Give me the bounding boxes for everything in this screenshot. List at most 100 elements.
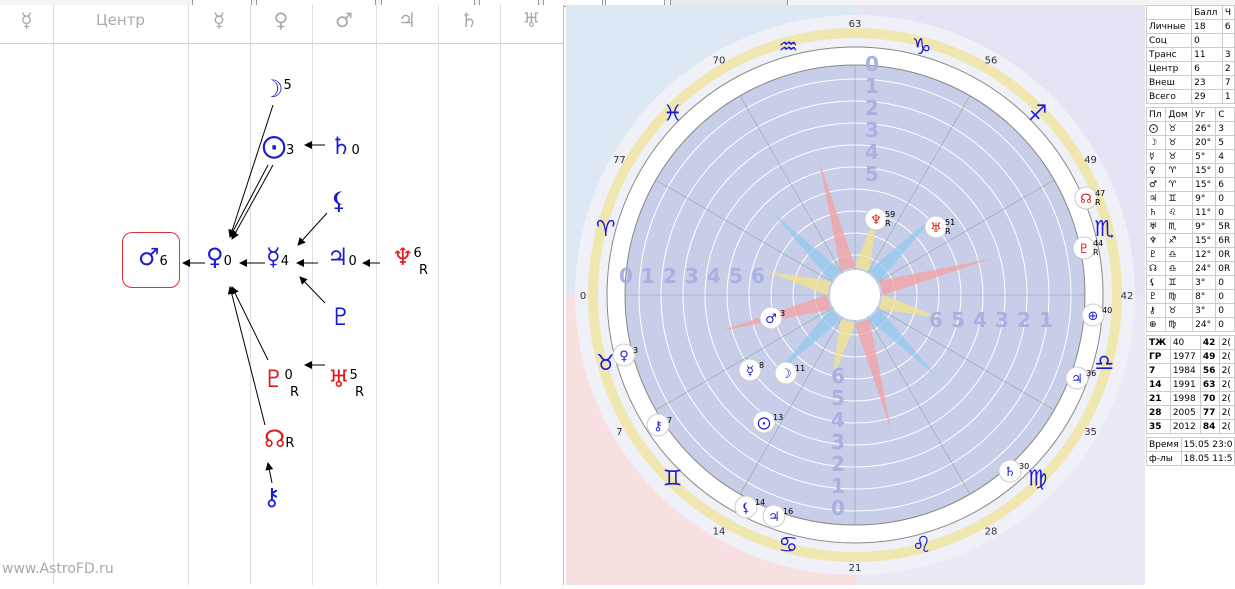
node-pluto[interactable]: ♇0 R xyxy=(263,365,299,400)
planets-table: Пл Дом Уг С ⨀ ♉ 26° 3 ☽ ♉ 20° 5 ☿ ♉ 5° 4 ♀ ♈ 15° 0 ♂ ♈ 15°… xyxy=(1145,107,1235,332)
chiron-icon: ⚷ xyxy=(263,483,281,511)
zodiac-sign-icon: ♋ xyxy=(778,533,798,558)
ring-number: 4 xyxy=(831,408,845,432)
ring-number: 3 xyxy=(831,430,845,454)
planet-degree: 16 xyxy=(783,507,793,516)
node-jupiter[interactable]: ♃0 xyxy=(327,243,357,271)
planet-cell: ⚸ xyxy=(1145,275,1167,290)
planets-header: Пл Дом Уг С xyxy=(1145,107,1235,122)
age-cell: 2( xyxy=(1218,335,1235,350)
planet-icon: ☽ xyxy=(780,367,792,382)
node-saturn[interactable]: ♄0 xyxy=(330,132,360,160)
node-chiron[interactable]: ⚷ xyxy=(263,483,281,511)
retro-mark: R xyxy=(885,219,891,228)
planet-icon: ♂ xyxy=(765,312,777,327)
planet-row: ♇ ♎ 12° 0R xyxy=(1145,247,1235,262)
planet-degree: 3 xyxy=(633,346,638,355)
score-cell: Транс xyxy=(1145,47,1193,62)
node-mercury[interactable]: ☿4 xyxy=(266,243,289,271)
ring-number: 5 xyxy=(951,308,965,332)
planet-degree: 40 xyxy=(1102,306,1112,315)
planet-cell: 15° xyxy=(1192,177,1217,192)
planet-row: ☿ ♉ 5° 4 xyxy=(1145,149,1235,164)
scores: Балл Ч Личные 18 6 Соц 0 Транс 11 3 Центр 6 2 Внеш 2… xyxy=(1145,5,1235,104)
planet-icon: ⨀ xyxy=(758,416,771,431)
planet-cell: ☿ xyxy=(1145,149,1167,164)
age-cell: 77 xyxy=(1199,405,1220,420)
planet-icon: ⚷ xyxy=(653,419,663,434)
degree-label: 28 xyxy=(985,527,998,538)
ring-number: 2 xyxy=(663,264,677,288)
ring-number: 2 xyxy=(1017,308,1031,332)
sun-icon: ⨀ xyxy=(262,132,286,160)
ring-number: 2 xyxy=(831,452,845,476)
ring-number: 5 xyxy=(865,162,879,186)
planet-degree: 51 xyxy=(945,218,955,227)
planet-cell: 0R xyxy=(1215,247,1235,262)
degree-label: 14 xyxy=(713,527,726,538)
node-venus[interactable]: ♀0 xyxy=(206,243,232,271)
score-cell: 11 xyxy=(1191,47,1223,62)
planet-degree: 11 xyxy=(795,364,805,373)
planet-cell: ♆ xyxy=(1145,233,1167,248)
node-sun[interactable]: ⨀3 xyxy=(262,132,294,160)
node-lunar-node[interactable]: ☊R xyxy=(264,425,294,453)
planet-row: ♇ ♍ 8° 0 xyxy=(1145,289,1235,304)
neptune-icon: ♆ xyxy=(392,243,414,271)
score-cell: 7 xyxy=(1221,75,1235,90)
node-lilith[interactable]: ⚸ xyxy=(330,187,348,215)
planet-icon: ♆ xyxy=(870,213,882,228)
age-row: 21 1998 70 2( xyxy=(1146,391,1235,406)
planet-cell: 0 xyxy=(1215,163,1235,178)
planet-cell: ♉ xyxy=(1165,121,1194,136)
planet-cell: ♎ xyxy=(1165,261,1194,276)
planet-icon: ⊕ xyxy=(1088,309,1099,324)
score-row: Всего 29 1 xyxy=(1145,89,1235,104)
score-cell: 1 xyxy=(1221,89,1235,104)
planet-cell: 5R xyxy=(1215,219,1235,234)
planet-cell: ♉ xyxy=(1165,303,1194,318)
planet-cell: ♅ xyxy=(1145,219,1167,234)
zodiac-sign-icon: ♐ xyxy=(1028,102,1048,127)
planet-cell: ♉ xyxy=(1165,135,1194,150)
age-cell: 1998 xyxy=(1169,391,1201,406)
age-cell: 70 xyxy=(1199,391,1220,406)
score-cell: Всего xyxy=(1145,89,1193,104)
node-moon[interactable]: ☽5 xyxy=(262,75,292,103)
planet-cell: 0 xyxy=(1215,289,1235,304)
age-row: ТЖ 40 42 2( xyxy=(1146,335,1235,350)
lilith-icon: ⚸ xyxy=(330,187,348,215)
planet-degree: 14 xyxy=(755,498,765,507)
age-cell: 28 xyxy=(1146,405,1171,420)
ring-number: 1 xyxy=(1039,308,1053,332)
age-row: ГР 1977 49 2( xyxy=(1146,349,1235,364)
age-row: 7 1984 56 2( xyxy=(1146,363,1235,378)
planet-cell: 0 xyxy=(1215,205,1235,220)
degree-label: 70 xyxy=(713,55,726,66)
planet-cell: 20° xyxy=(1192,135,1217,150)
moon-icon: ☽ xyxy=(262,75,284,103)
planet-cell: 0 xyxy=(1215,191,1235,206)
age-cell: 2( xyxy=(1218,349,1235,364)
score-cell: 3 xyxy=(1221,47,1235,62)
degree-label: 42 xyxy=(1121,291,1134,302)
jupiter-icon: ♃ xyxy=(327,243,349,271)
age-cell: ТЖ xyxy=(1146,335,1171,350)
planet-cell: ♇ xyxy=(1145,247,1167,262)
watermark: www.AstroFD.ru xyxy=(2,561,114,577)
node-neptune[interactable]: ♆6 R xyxy=(392,243,428,278)
node-mars[interactable]: ♂6 xyxy=(138,243,168,271)
node-uranus[interactable]: ♅5 R xyxy=(328,365,364,400)
zodiac-sign-icon: ♓ xyxy=(663,102,683,127)
ring-number: 4 xyxy=(707,264,721,288)
mercury-icon: ☿ xyxy=(266,243,281,271)
planet-degree: 30 xyxy=(1019,462,1029,471)
planet-icon: ♇ xyxy=(1078,242,1090,257)
planet-cell: ♈ xyxy=(1165,163,1194,178)
saturn-icon: ♄ xyxy=(330,132,352,160)
node-proserpina[interactable]: ♇ xyxy=(330,303,352,331)
ring-number: 5 xyxy=(831,386,845,410)
mars-icon: ♂ xyxy=(138,243,160,271)
planet-cell: ☊ xyxy=(1145,261,1167,276)
zodiac-sign-icon: ♈ xyxy=(596,217,616,242)
